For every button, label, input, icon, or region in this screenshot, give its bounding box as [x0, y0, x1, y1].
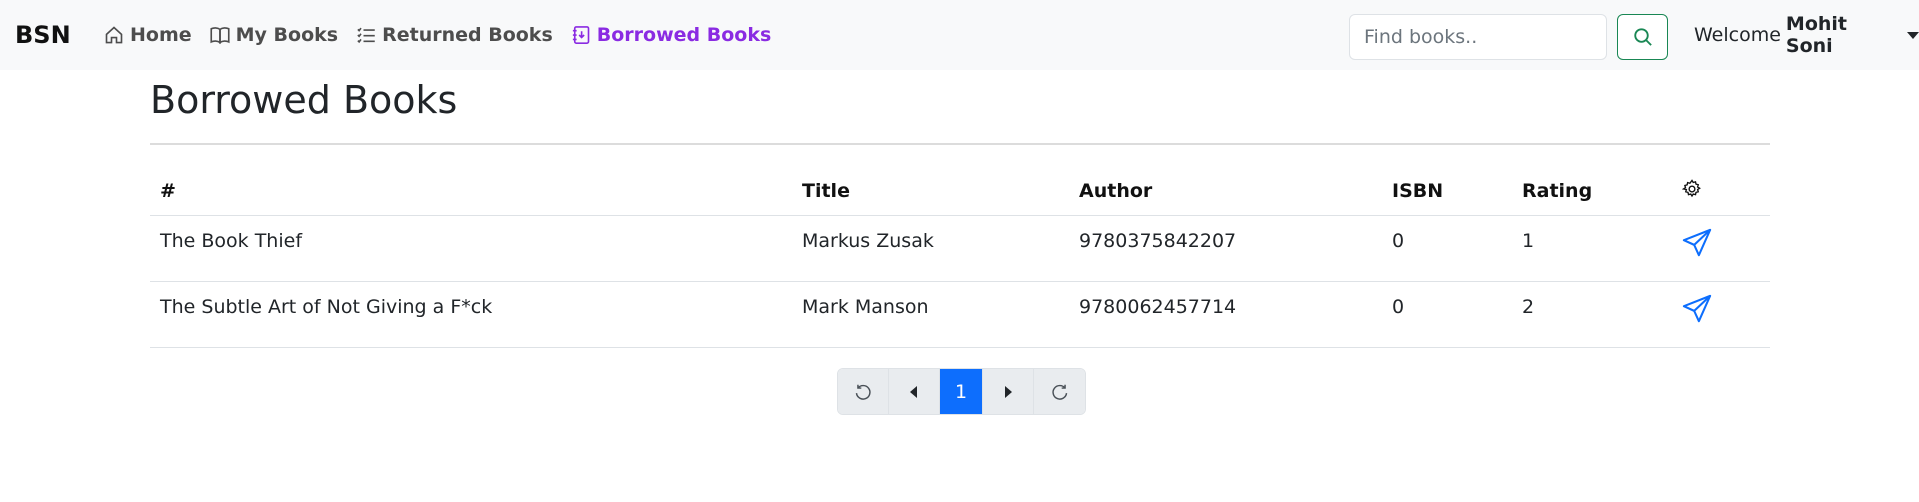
caret-down-icon — [1907, 31, 1919, 39]
caret-left-icon — [910, 385, 917, 398]
return-book-button[interactable] — [1682, 228, 1712, 263]
nav-returned-books-label: Returned Books — [382, 24, 553, 46]
welcome-text: Welcome — [1694, 24, 1781, 46]
header-rating: Rating — [1512, 168, 1672, 216]
nav-my-books[interactable]: My Books — [210, 24, 338, 46]
cell-rating: 1 — [1512, 215, 1672, 282]
user-name: Mohit Soni — [1785, 13, 1848, 57]
rotate-right-icon — [1051, 384, 1067, 400]
cell-number: The Subtle Art of Not Giving a F*ck — [150, 281, 792, 348]
return-book-button[interactable] — [1682, 294, 1712, 329]
cell-title: Mark Manson — [792, 281, 1069, 348]
search-button[interactable] — [1617, 14, 1668, 60]
table-header-row: # Title Author ISBN Rating — [150, 168, 1770, 216]
nav-home-label: Home — [130, 24, 192, 46]
header-author: Author — [1069, 168, 1382, 216]
send-icon — [1682, 228, 1712, 256]
nav-returned-books[interactable]: Returned Books — [356, 24, 553, 46]
header-isbn: ISBN — [1382, 168, 1512, 216]
page-title: Borrowed Books — [150, 78, 458, 122]
header-number: # — [150, 168, 792, 216]
table-row: The Book Thief Markus Zusak 978037584220… — [150, 215, 1770, 282]
book-open-icon — [210, 27, 230, 45]
brand-logo[interactable]: BSN — [15, 21, 71, 49]
nav-borrowed-books-label: Borrowed Books — [596, 24, 772, 46]
nav-my-books-label: My Books — [235, 24, 339, 46]
cell-isbn: 0 — [1382, 281, 1512, 348]
user-menu-toggle[interactable]: Welcome Mohit Soni — [1694, 0, 1919, 70]
list-check-icon — [357, 27, 375, 44]
cell-rating: 2 — [1512, 281, 1672, 348]
cell-isbn: 0 — [1382, 215, 1512, 282]
table-row: The Subtle Art of Not Giving a F*ck Mark… — [150, 281, 1770, 348]
cell-actions — [1672, 281, 1770, 348]
search-form — [1349, 14, 1668, 60]
gear-icon — [1681, 179, 1701, 198]
previous-page-button[interactable] — [889, 369, 940, 414]
cell-title: Markus Zusak — [792, 215, 1069, 282]
header-actions — [1672, 168, 1770, 216]
next-page-button[interactable] — [983, 369, 1034, 414]
cell-actions — [1672, 215, 1770, 282]
divider — [150, 143, 1770, 145]
rotate-left-icon — [855, 384, 871, 400]
search-input[interactable] — [1349, 14, 1607, 60]
navbar: BSN Home My Books Returned Books Borrowe… — [0, 0, 1919, 70]
pagination: 1 — [837, 368, 1086, 415]
header-title: Title — [792, 168, 1069, 216]
nav-borrowed-books[interactable]: Borrowed Books — [571, 24, 772, 46]
nav-links: Home My Books Returned Books Borrowed Bo… — [104, 0, 789, 70]
cell-author: 9780062457714 — [1069, 281, 1382, 348]
nav-home[interactable]: Home — [104, 24, 192, 46]
cell-author: 9780375842207 — [1069, 215, 1382, 282]
last-page-button[interactable] — [1034, 369, 1085, 414]
borrowed-books-table: # Title Author ISBN Rating The Book Thie… — [150, 168, 1770, 348]
journal-arrow-down-icon — [572, 26, 590, 44]
home-icon — [105, 26, 123, 44]
cell-number: The Book Thief — [150, 215, 792, 282]
first-page-button[interactable] — [838, 369, 889, 414]
page-number-button[interactable]: 1 — [940, 369, 983, 414]
send-icon — [1682, 294, 1712, 322]
caret-right-icon — [1005, 385, 1012, 398]
search-icon — [1633, 28, 1652, 46]
